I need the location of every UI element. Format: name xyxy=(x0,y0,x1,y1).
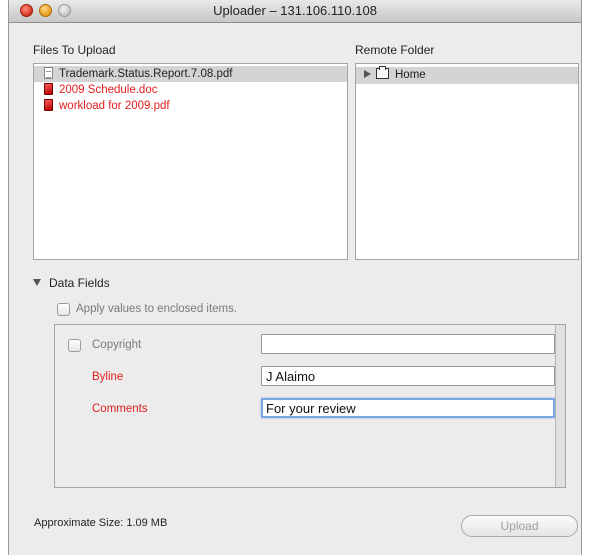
file-name: workload for 2009.pdf xyxy=(59,100,170,112)
folder-name: Home xyxy=(395,69,426,81)
approximate-size: Approximate Size: 1.09 MB xyxy=(34,517,168,529)
data-fields-label: Data Fields xyxy=(49,276,110,290)
disclosure-down-icon[interactable] xyxy=(33,279,41,286)
files-list[interactable]: Trademark.Status.Report.7.08.pdf 2009 Sc… xyxy=(33,63,348,260)
data-fields-panel: Copyright Byline J Alaimo Comments For y… xyxy=(54,324,566,488)
apply-values-checkbox[interactable] xyxy=(57,303,70,316)
file-name: Trademark.Status.Report.7.08.pdf xyxy=(59,68,233,80)
title-bar[interactable]: Uploader – 131.106.110.108 xyxy=(9,0,581,23)
folder-icon xyxy=(376,66,389,79)
folder-row-home[interactable]: Home xyxy=(356,66,578,84)
copyright-label: Copyright xyxy=(92,339,142,351)
file-name: 2009 Schedule.doc xyxy=(59,84,158,96)
error-file-icon xyxy=(44,83,53,95)
error-file-icon xyxy=(44,99,53,111)
files-to-upload-label: Files To Upload xyxy=(33,43,116,57)
apply-values-label: Apply values to enclosed items. xyxy=(76,303,238,315)
uploader-window: Uploader – 131.106.110.108 Files To Uplo… xyxy=(8,0,582,555)
copyright-checkbox[interactable] xyxy=(68,339,81,352)
file-item[interactable]: 2009 Schedule.doc xyxy=(34,82,347,98)
copyright-field[interactable] xyxy=(261,334,555,354)
window-title: Uploader – 131.106.110.108 xyxy=(213,3,377,18)
upload-button[interactable]: Upload xyxy=(461,515,578,537)
comments-field[interactable]: For your review xyxy=(261,398,555,418)
byline-label: Byline xyxy=(92,371,124,383)
byline-field[interactable]: J Alaimo xyxy=(261,366,555,386)
expand-triangle-icon[interactable] xyxy=(364,70,371,78)
remote-folder-tree[interactable]: Home xyxy=(355,63,579,260)
remote-folder-label: Remote Folder xyxy=(355,43,435,57)
file-item[interactable]: workload for 2009.pdf xyxy=(34,98,347,114)
file-item[interactable]: Trademark.Status.Report.7.08.pdf xyxy=(34,66,347,82)
document-icon xyxy=(44,67,53,79)
comments-label: Comments xyxy=(92,403,148,415)
fields-scrollbar[interactable] xyxy=(555,325,565,487)
